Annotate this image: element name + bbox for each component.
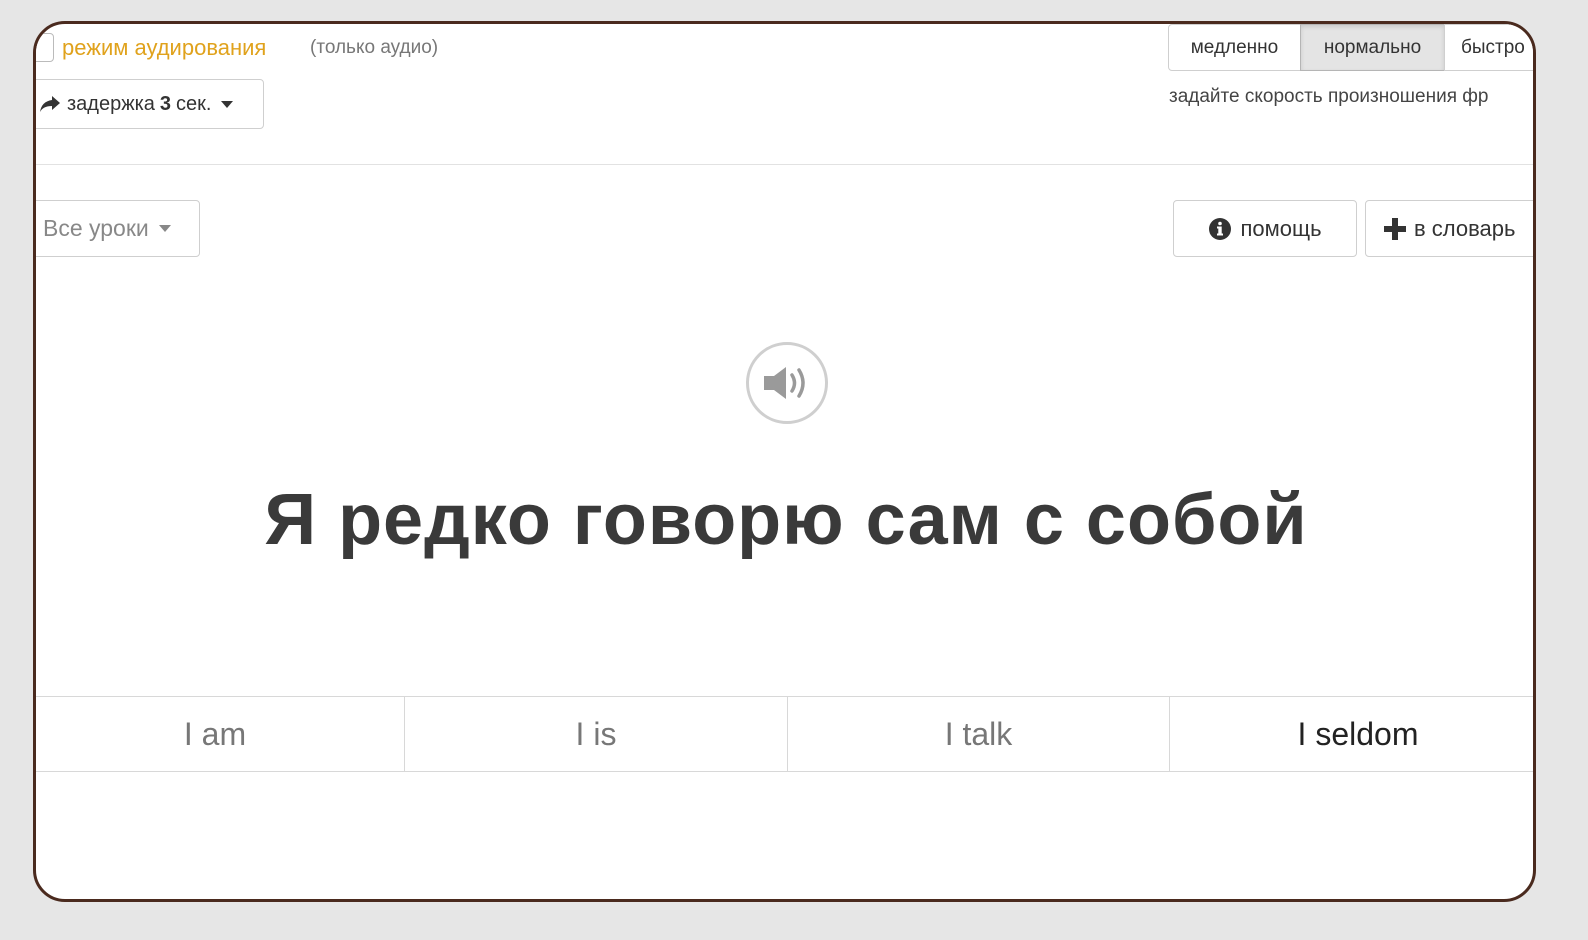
- speed-hint: задайте скорость произношения фр: [1169, 86, 1489, 107]
- add-to-dictionary-label: в словарь: [1414, 215, 1516, 241]
- help-label: помощь: [1240, 215, 1322, 241]
- share-arrow-icon: [40, 96, 60, 112]
- answer-option[interactable]: I is: [404, 697, 787, 771]
- add-to-dictionary-button[interactable]: в словарь: [1365, 200, 1533, 257]
- answer-option[interactable]: I am: [36, 697, 404, 771]
- phrase-text: Я редко говорю сам с собой: [264, 480, 1308, 560]
- lessons-label: Все уроки: [43, 215, 149, 241]
- listening-mode-label[interactable]: режим аудирования: [62, 35, 266, 61]
- speed-slow-button[interactable]: медленно: [1168, 24, 1301, 71]
- answer-options: I am I is I talk I seldom: [36, 696, 1533, 772]
- help-button[interactable]: помощь: [1173, 200, 1357, 257]
- plus-icon: [1384, 217, 1406, 240]
- delay-prefix: задержка: [67, 92, 155, 115]
- delay-value: 3: [159, 92, 172, 115]
- chevron-down-icon: [221, 100, 234, 108]
- delay-unit: сек.: [176, 92, 212, 115]
- app-frame: режим аудирования (только аудио) задержк…: [33, 21, 1536, 902]
- delay-dropdown[interactable]: задержка 3 сек.: [36, 79, 264, 129]
- play-audio-button[interactable]: [746, 342, 828, 424]
- lessons-dropdown[interactable]: Все уроки: [36, 200, 200, 257]
- speed-fast-button[interactable]: быстро: [1444, 24, 1533, 71]
- answer-option[interactable]: I seldom: [1169, 697, 1533, 771]
- answer-option[interactable]: I talk: [787, 697, 1169, 771]
- info-icon: [1209, 217, 1232, 240]
- speed-selector: медленно нормально быстро: [1168, 24, 1533, 71]
- listening-mode-checkbox[interactable]: [36, 33, 54, 62]
- listening-mode-hint: (только аудио): [310, 37, 439, 58]
- header-divider: [36, 164, 1533, 165]
- speed-normal-button[interactable]: нормально: [1300, 24, 1445, 71]
- speaker-icon: [764, 367, 805, 399]
- chevron-down-icon: [158, 225, 171, 232]
